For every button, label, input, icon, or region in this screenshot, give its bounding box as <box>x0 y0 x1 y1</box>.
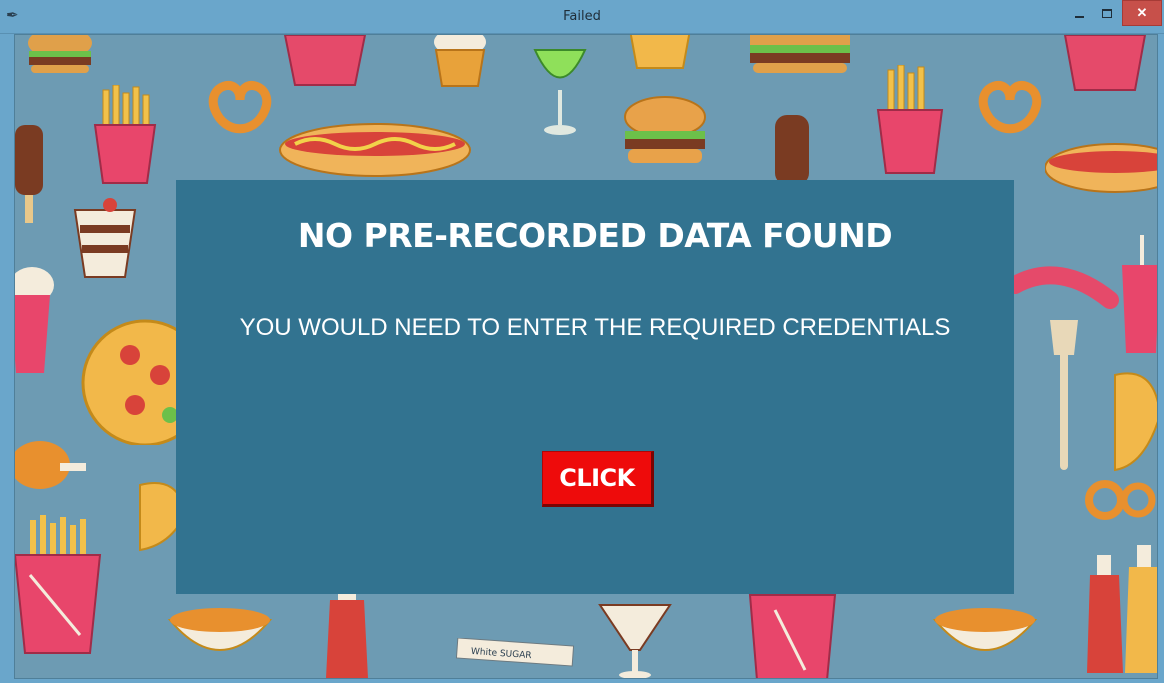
ice-cream-bar-icon <box>15 125 43 223</box>
minimize-button[interactable] <box>1066 0 1092 26</box>
window-title: Failed <box>563 9 601 24</box>
cupcake-icon <box>629 35 691 69</box>
maximize-button[interactable] <box>1094 0 1120 26</box>
fries-box-icon <box>93 85 157 184</box>
pretzel-icon <box>978 81 1042 134</box>
hotdog-icon <box>1045 143 1157 193</box>
title-bar[interactable]: ✒ Failed ✕ <box>0 0 1164 34</box>
burger-icon <box>28 35 92 73</box>
food-pattern-background: White SUGAR NO PRE-RECORDED DATA FOUND Y… <box>14 34 1158 679</box>
fries-box-icon <box>748 594 837 678</box>
fries-box-icon <box>15 515 102 654</box>
maximize-icon <box>1102 8 1112 18</box>
click-button[interactable]: CLICK <box>542 451 654 507</box>
hotdog-icon <box>279 123 471 177</box>
sausage-fork-icon <box>1010 266 1119 470</box>
sundae-icon <box>598 604 672 678</box>
message-panel: NO PRE-RECORDED DATA FOUND YOU WOULD NEE… <box>176 180 1014 594</box>
panel-heading: NO PRE-RECORDED DATA FOUND <box>297 216 893 255</box>
app-window: ✒ Failed ✕ White SUGAR NO PRE-RECORDED D… <box>0 0 1164 683</box>
popcorn-icon <box>15 267 54 373</box>
noodle-bowl-icon <box>167 608 273 651</box>
dessert-cup-icon <box>73 198 137 278</box>
close-icon: ✕ <box>1136 5 1148 20</box>
sauce-bottles-icon <box>1087 545 1157 673</box>
close-button[interactable]: ✕ <box>1122 0 1162 26</box>
sugar-packet-icon: White SUGAR <box>455 638 575 667</box>
chicken-leg-icon <box>15 441 86 489</box>
pretzel-icon <box>208 81 272 134</box>
noodle-bowl-icon <box>932 608 1038 651</box>
onion-rings-icon <box>1085 480 1156 520</box>
panel-message: YOU WOULD NEED TO ENTER THE REQUIRED CRE… <box>239 314 951 341</box>
burger-icon <box>624 96 706 163</box>
chicken-wing-icon <box>1114 372 1157 472</box>
ketchup-bottle-icon <box>326 580 368 678</box>
burger-icon <box>750 35 850 73</box>
noodle-box-icon <box>283 35 367 86</box>
pizza-icon <box>81 319 190 445</box>
cocktail-icon <box>533 49 587 135</box>
fries-box-icon <box>876 65 944 174</box>
cupcake-icon <box>434 35 486 87</box>
noodle-box-icon <box>1063 35 1147 91</box>
drink-cup-icon <box>1122 235 1157 353</box>
minimize-icon <box>1074 16 1084 18</box>
